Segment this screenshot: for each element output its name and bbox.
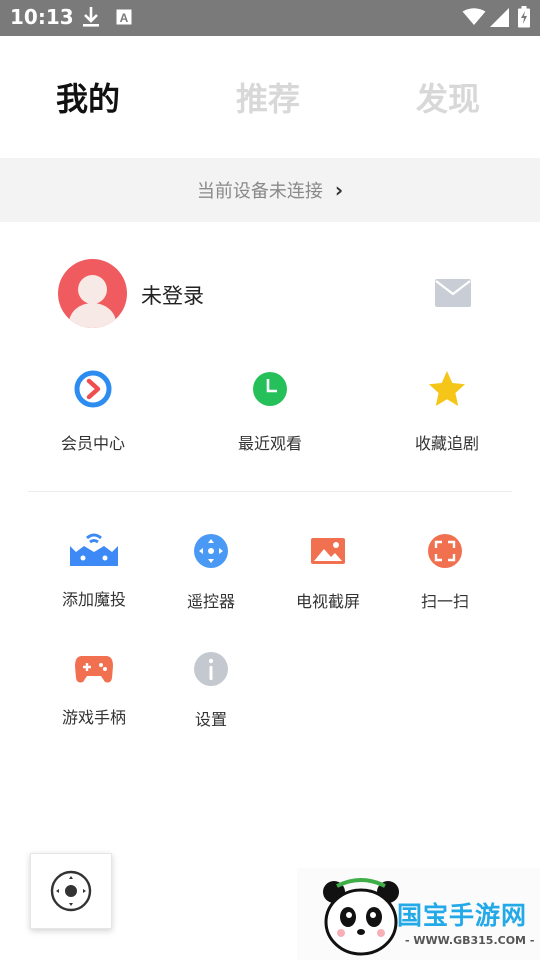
- tv-screenshot-label: 电视截屏: [295, 592, 360, 611]
- star-icon: [382, 368, 512, 414]
- panda-logo-icon: [323, 878, 399, 956]
- wifi-icon: [462, 8, 486, 30]
- watermark: 国宝手游网 - WWW.GB315.COM -: [297, 868, 540, 960]
- tab-discover[interactable]: 发现: [416, 74, 480, 120]
- battery-charging-icon: [518, 6, 530, 32]
- add-device-button[interactable]: 添加魔投: [34, 532, 154, 610]
- watermark-title: 国宝手游网: [397, 901, 528, 930]
- recent-watched-button[interactable]: 最近观看: [205, 368, 335, 454]
- recent-watched-label: 最近观看: [237, 434, 302, 453]
- favorites-label: 收藏追剧: [414, 434, 479, 453]
- tv-box-icon: [34, 532, 154, 572]
- vip-play-icon: [28, 368, 158, 414]
- scan-button[interactable]: 扫一扫: [385, 532, 505, 612]
- a-box-icon: A: [116, 9, 132, 29]
- gamepad-button[interactable]: 游戏手柄: [34, 650, 154, 728]
- device-connection-bar[interactable]: 当前设备未连接 ›: [0, 158, 540, 222]
- vip-center-label: 会员中心: [60, 434, 125, 453]
- image-icon: [268, 532, 388, 574]
- vip-center-button[interactable]: 会员中心: [28, 368, 158, 454]
- scan-icon: [385, 532, 505, 574]
- clock-icon: [205, 368, 335, 414]
- floating-remote-button[interactable]: [30, 853, 112, 929]
- mail-icon[interactable]: [435, 279, 471, 311]
- profile-section: 未登录: [0, 222, 540, 362]
- remote-control-button[interactable]: 遥控器: [151, 532, 271, 612]
- status-bar: 10:13 A: [0, 0, 540, 36]
- remote-control-icon: [50, 870, 92, 912]
- gamepad-icon: [34, 650, 154, 690]
- login-status[interactable]: 未登录: [141, 280, 204, 310]
- device-status-label: 当前设备未连接: [196, 181, 323, 202]
- add-device-label: 添加魔投: [61, 590, 126, 609]
- divider: [28, 491, 512, 492]
- download-icon: [82, 6, 100, 32]
- chevron-right-icon: ›: [334, 178, 344, 202]
- remote-control-label: 遥控器: [186, 592, 235, 611]
- remote-dpad-icon: [151, 532, 271, 574]
- watermark-url: - WWW.GB315.COM -: [405, 934, 535, 947]
- scan-label: 扫一扫: [420, 592, 469, 611]
- settings-button[interactable]: 设置: [151, 650, 271, 730]
- svg-text:A: A: [120, 11, 129, 25]
- tv-screenshot-button[interactable]: 电视截屏: [268, 532, 388, 612]
- status-time: 10:13: [10, 5, 74, 29]
- top-tab-bar: 我的 推荐 发现: [0, 36, 540, 158]
- avatar[interactable]: [58, 259, 127, 328]
- tab-mine[interactable]: 我的: [56, 74, 120, 120]
- gamepad-label: 游戏手柄: [61, 708, 126, 727]
- signal-icon: [490, 8, 510, 31]
- tab-recommend[interactable]: 推荐: [236, 74, 300, 120]
- info-icon: [151, 650, 271, 692]
- settings-label: 设置: [194, 710, 227, 729]
- favorites-button[interactable]: 收藏追剧: [382, 368, 512, 454]
